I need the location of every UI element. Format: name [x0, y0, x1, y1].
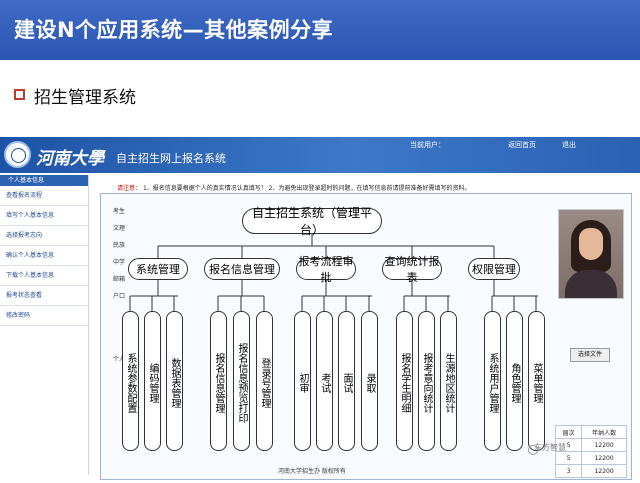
leaf-node: 菜单管理	[528, 311, 545, 451]
portal-footer: 河南大学招生办 版权所有	[278, 468, 346, 475]
table-cell: 5	[554, 451, 583, 465]
table-row: 3 12200	[554, 464, 627, 478]
module-node-approval: 报考流程审批	[296, 255, 356, 284]
notice-body: 1、报名信息要根据个人的真实情况认真填写！ 2、为避免出现登录超时的问题，在填写…	[142, 185, 471, 192]
sidebar-item-status[interactable]: 报考状态查看	[0, 286, 88, 306]
module-node-statistics: 查询统计报表	[382, 255, 442, 284]
leaf-node: 录取	[361, 311, 378, 451]
choose-file-button[interactable]: 选择文件	[570, 348, 610, 362]
table-cell: 12200	[581, 438, 627, 452]
column-header: 年纳人数	[581, 425, 627, 439]
table-cell: 12200	[581, 451, 627, 465]
leaf-node: 初审	[294, 311, 311, 451]
leaf-node: 报名信息预览打印	[233, 311, 250, 451]
sidebar-item-password[interactable]: 修改密码	[0, 306, 88, 326]
diagram-root-node: 自主招生系统（管理平台）	[242, 206, 382, 237]
home-link[interactable]: 返回首页	[508, 140, 536, 150]
sidebar-item-choose[interactable]: 选择报考志向	[0, 226, 88, 246]
leaf-node: 考试	[316, 311, 333, 451]
module-node-registration: 报名信息管理	[204, 258, 280, 280]
university-logo-text: 河南大學	[36, 149, 104, 169]
table-row: 5 12200	[554, 438, 627, 452]
table-row: 5 12200	[554, 451, 627, 465]
leaf-node: 报考意向统计	[418, 311, 435, 451]
sidebar-item-download[interactable]: 下载个人基本信息	[0, 266, 88, 286]
module-node-system: 系统管理	[128, 258, 188, 280]
portal-system-title: 自主招生网上报名系统	[116, 152, 226, 165]
leaf-node: 系统用户管理	[484, 311, 501, 451]
watermark-text: 东方智慧	[534, 443, 566, 452]
logout-link[interactable]: 退出	[562, 140, 576, 150]
leaf-node: 报名信息管理	[210, 311, 227, 451]
leaf-node: 生源地区统计	[440, 311, 457, 451]
leaf-node: 报名学生明细	[396, 311, 413, 451]
notice-text: 请注意： 1、报名信息要根据个人的真实情况认真填写！ 2、为避免出现登录超时的问…	[117, 183, 470, 192]
leaf-node: 面试	[338, 311, 355, 451]
leaf-node: 角色管理	[506, 311, 523, 451]
leaf-node: 编码管理	[144, 311, 161, 451]
sidebar-item-process[interactable]: 查看报名流程	[0, 186, 88, 206]
university-seal-icon	[4, 141, 31, 168]
leaf-node: 系统参数配置	[122, 311, 139, 451]
applicant-photo	[558, 209, 624, 299]
column-header: 届次	[554, 425, 583, 439]
table-cell: 12200	[581, 464, 627, 478]
sidebar-item-fill-info[interactable]: 填写个人基本信息	[0, 206, 88, 226]
leaf-node: 数据表管理	[166, 311, 183, 451]
slide-header: 建设N个应用系统—其他案例分享	[0, 0, 640, 60]
square-bullet-icon	[14, 89, 25, 100]
leaf-node: 登录号管理	[256, 311, 273, 451]
portal-banner: 河南大學 自主招生网上报名系统 当前用户： 返回首页 退出	[0, 137, 640, 173]
slide-subtitle: 招生管理系统	[34, 88, 136, 108]
table-cell: 3	[554, 464, 583, 478]
table-header-row: 届次 年纳人数	[554, 425, 627, 439]
current-user-label: 当前用户：	[410, 141, 445, 149]
notice-prefix: 请注意：	[117, 185, 142, 192]
system-structure-diagram: 自主招生系统（管理平台） 系统管理 报名信息管理 报考流程审批 查询统计报表 权…	[114, 206, 550, 461]
portal-sidebar: 个人基本信息 查看报名流程 填写个人基本信息 选择报考志向 确认个人基本信息 下…	[0, 175, 89, 475]
module-node-permission: 权限管理	[468, 258, 520, 280]
sidebar-header: 个人基本信息	[0, 175, 88, 186]
slide-title: 建设N个应用系统—其他案例分享	[14, 18, 334, 42]
sidebar-item-confirm[interactable]: 确认个人基本信息	[0, 246, 88, 266]
